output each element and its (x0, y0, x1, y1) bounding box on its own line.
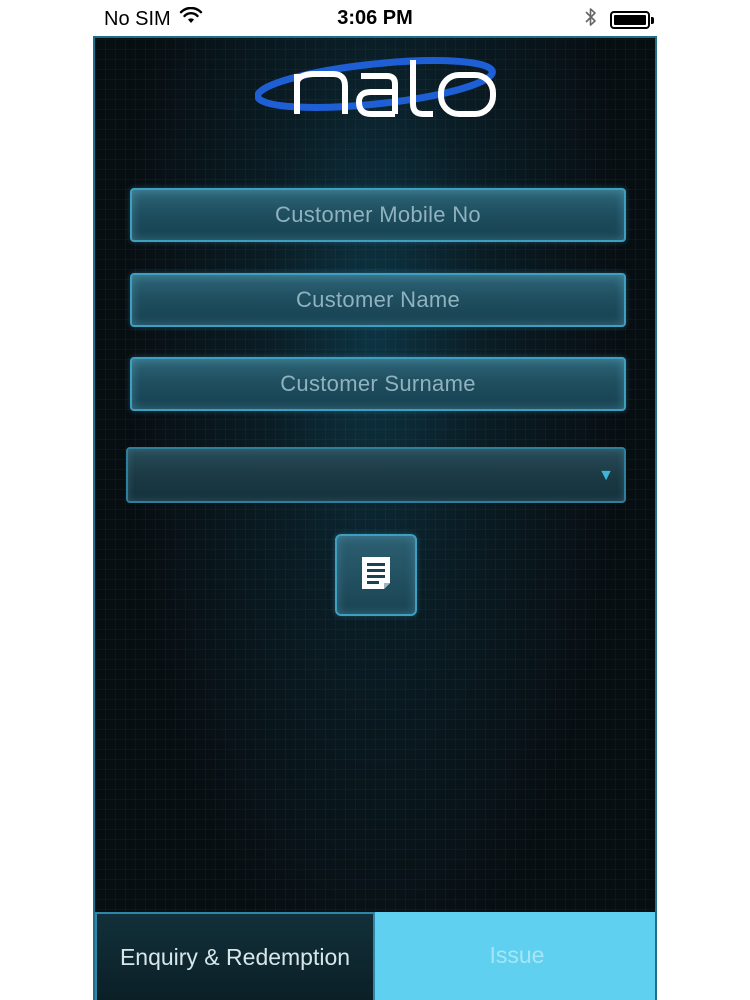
document-button[interactable] (335, 534, 417, 616)
nalo-logo (254, 46, 505, 126)
tab-issue[interactable]: Issue (375, 912, 655, 1000)
customer-name-field[interactable]: Customer Name (130, 273, 626, 327)
app-screen: Customer Mobile No Customer Name Custome… (93, 36, 657, 1000)
battery-icon (610, 11, 654, 29)
customer-mobile-field[interactable]: Customer Mobile No (130, 188, 626, 242)
customer-name-placeholder: Customer Name (295, 287, 461, 312)
status-bar: No SIM 3:06 PM (0, 0, 750, 36)
bluetooth-icon (584, 7, 598, 33)
customer-mobile-placeholder: Customer Mobile No (275, 202, 481, 227)
triangle-down-icon: ▼ (598, 467, 614, 484)
customer-surname-field[interactable]: Customer Surname (130, 357, 626, 411)
customer-surname-placeholder: Customer Surname (280, 371, 476, 396)
tab-enquiry-redemption[interactable]: Enquiry & Redemption (95, 912, 375, 1000)
tab-issue-label: Issue (489, 942, 545, 968)
option-dropdown[interactable]: ▼ (126, 447, 626, 503)
document-icon (359, 555, 393, 596)
tab-enquiry-label: Enquiry & Redemption (119, 944, 351, 970)
status-right (584, 7, 654, 33)
